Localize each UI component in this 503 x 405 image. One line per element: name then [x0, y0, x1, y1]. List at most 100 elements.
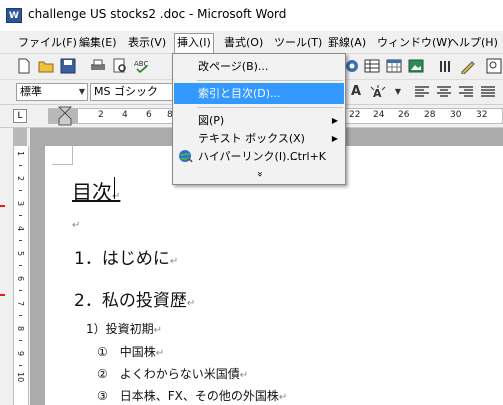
paragraph-mark: ↵ [155, 348, 165, 359]
menu-item-label: 索引と目次(D)... [198, 87, 281, 100]
menu-bar: ファイル(F) 編集(E) 表示(V) 挿入(I) 書式(O) ツール(T) 罫… [0, 31, 503, 54]
insert-table-icon[interactable] [364, 58, 380, 74]
word-app-icon[interactable]: W [6, 8, 22, 23]
vertical-ruler-number: 9 [16, 351, 25, 357]
columns-icon[interactable] [438, 58, 454, 74]
ruler-number: 28 [424, 110, 436, 120]
menu-item-shortcut: Ctrl+K [290, 150, 327, 163]
tab-selector[interactable]: L [13, 109, 27, 123]
paragraph-mark: ↵ [169, 256, 179, 267]
ruler-tick [19, 240, 22, 241]
doc-line-text: 1）投資初期 [86, 322, 154, 336]
menu-help[interactable]: ヘルプ(H) [446, 34, 500, 51]
ruler-tick [19, 365, 22, 366]
ruler-tick [19, 265, 22, 266]
insert-worksheet-icon[interactable] [386, 58, 402, 74]
character-shading-icon[interactable]: A [348, 84, 364, 100]
menu-file[interactable]: ファイル(F) [16, 34, 79, 51]
doc-line-text: ② よくわからない米国債 [97, 367, 240, 381]
ruler-tick [19, 315, 22, 316]
menu-insert[interactable]: 挿入(I) [174, 33, 214, 53]
menu-table[interactable]: 罫線(A) [326, 34, 368, 51]
style-combo[interactable]: 標準 ▼ [16, 83, 88, 101]
revision-mark [0, 205, 5, 207]
print-preview-icon[interactable] [112, 58, 128, 74]
doc-line-text: 1．はじめに [74, 249, 170, 269]
svg-text:A: A [373, 87, 382, 100]
ruler-number: 6 [146, 110, 152, 120]
doc-line[interactable]: ③ 日本株、FX、その他の外国株↵ [97, 387, 287, 404]
open-folder-icon[interactable] [38, 58, 54, 74]
ruler-tick [19, 215, 22, 216]
doc-line[interactable]: 1．はじめに↵ [74, 244, 178, 269]
vertical-ruler-number: 10 [16, 372, 25, 383]
align-left-icon[interactable] [414, 84, 430, 100]
vertical-ruler-number: 3 [16, 201, 25, 207]
ruler-tick [19, 340, 22, 341]
vertical-ruler-margin [13, 128, 27, 146]
menu-item-page-break[interactable]: 改ページ(B)... [174, 56, 344, 77]
paragraph-mark: ↵ [72, 220, 81, 231]
vertical-ruler-number: 4 [16, 226, 25, 232]
phonetic-guide-icon[interactable]: A [370, 84, 386, 100]
vertical-ruler-number: 2 [16, 176, 25, 182]
indent-marker-icon[interactable] [57, 106, 73, 126]
menu-edit[interactable]: 編集(E) [77, 34, 119, 51]
paragraph-mark: ↵ [239, 370, 249, 381]
drawing-icon[interactable] [344, 58, 360, 74]
text-caret [114, 177, 115, 199]
ruler-number: 30 [450, 110, 462, 120]
print-icon[interactable] [90, 58, 106, 74]
doc-line[interactable]: ② よくわからない米国債↵ [97, 365, 248, 382]
heading-text: 目次 [72, 180, 112, 204]
save-icon[interactable] [60, 58, 76, 74]
font-combo[interactable]: MS ゴシック [90, 83, 174, 101]
title-bar: W challenge US stocks2 .doc - Microsoft … [0, 0, 503, 30]
ruler-tick [19, 190, 22, 191]
insert-picture-icon[interactable] [408, 58, 424, 74]
align-center-icon[interactable] [436, 84, 452, 100]
style-value: 標準 [20, 85, 42, 98]
drawing-toolbar-icon[interactable] [460, 58, 476, 75]
doc-line[interactable]: 2．私の投資歴↵ [74, 286, 195, 311]
zoom-icon[interactable] [486, 58, 502, 74]
insert-menu-dropdown: 改ページ(B)... 索引と目次(D)... 図(P) ▶ テキスト ボックス(… [172, 53, 346, 185]
doc-line[interactable]: 1）投資初期↵ [86, 320, 162, 337]
menu-window[interactable]: ウィンドウ(W) [375, 34, 453, 51]
paragraph-mark: ↵ [186, 298, 196, 309]
new-document-icon[interactable] [16, 58, 32, 74]
menu-format[interactable]: 書式(O) [222, 34, 265, 51]
distributed-align-icon[interactable] [480, 84, 496, 100]
ruler-number: 26 [398, 110, 410, 120]
menu-item-label: ハイパーリンク(I)... [198, 150, 297, 163]
doc-line-text: ③ 日本株、FX、その他の外国株 [97, 389, 279, 403]
ruler-number: 24 [373, 110, 385, 120]
font-value: MS ゴシック [94, 85, 158, 98]
menu-separator [197, 107, 343, 108]
doc-line-text: ① 中国株 [97, 345, 156, 359]
align-right-icon[interactable] [458, 84, 474, 100]
menu-view[interactable]: 表示(V) [126, 34, 168, 51]
paragraph-mark: ↵ [153, 325, 163, 336]
doc-line[interactable]: ① 中国株↵ [97, 343, 164, 360]
empty-paragraph[interactable]: ↵ [72, 218, 80, 231]
vertical-ruler-number: 8 [16, 326, 25, 332]
dropdown-arrow-icon[interactable]: ▼ [390, 84, 406, 100]
menu-tools[interactable]: ツール(T) [272, 34, 324, 51]
menu-separator [197, 80, 343, 81]
chevron-down-icon[interactable]: ▼ [79, 84, 85, 100]
vertical-ruler-number: 7 [16, 301, 25, 307]
ruler-number: 2 [98, 110, 104, 120]
vertical-ruler-number: 5 [16, 251, 25, 257]
window-title: challenge US stocks2 .doc - Microsoft Wo… [28, 7, 287, 21]
vertical-ruler-number: 1 [16, 151, 25, 157]
menu-item-label: 改ページ(B)... [198, 60, 269, 73]
hyperlink-globe-icon [179, 150, 193, 163]
text-boundary-corner [52, 146, 73, 165]
doc-line-text: 2．私の投資歴 [74, 291, 187, 311]
vertical-ruler-number: 6 [16, 276, 25, 282]
ruler-tick [19, 165, 22, 166]
ruler-number: 4 [122, 110, 128, 120]
expand-menu-chevron-icon[interactable]: » [251, 89, 267, 259]
spelling-check-icon[interactable]: ABC [134, 58, 150, 74]
